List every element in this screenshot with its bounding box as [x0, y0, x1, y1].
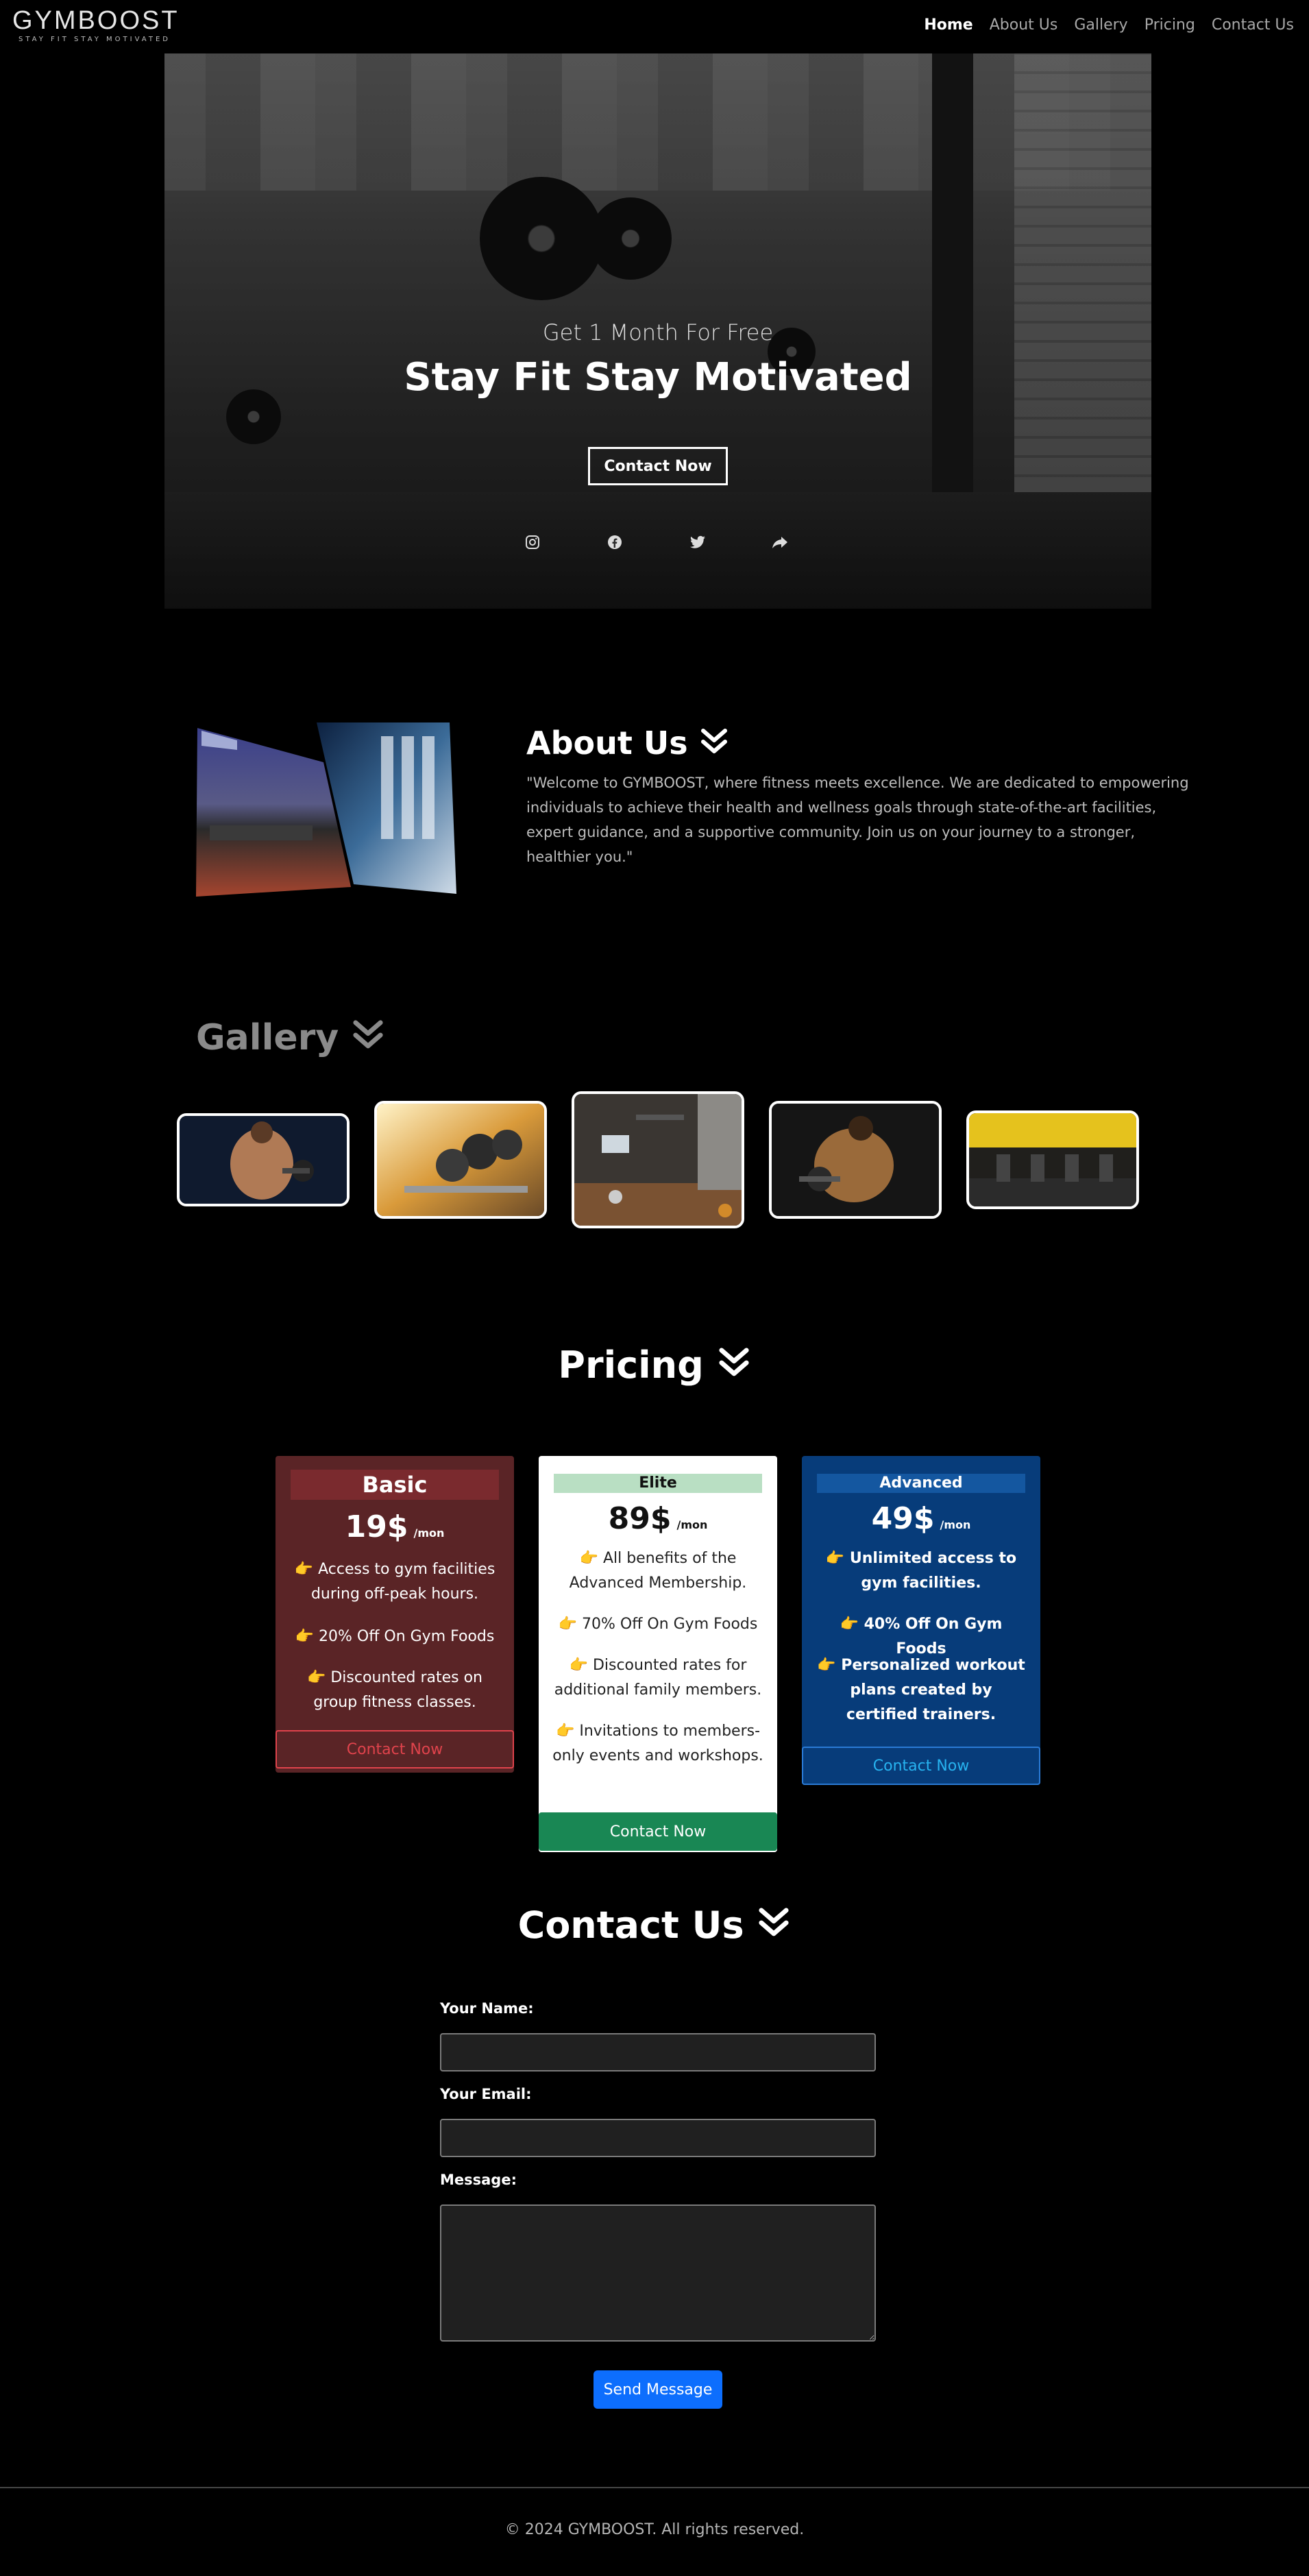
- plan-price: 89$ /mon: [539, 1501, 777, 1536]
- nav-link-home[interactable]: Home: [924, 15, 972, 36]
- plan-price-period: /mon: [940, 1518, 971, 1531]
- email-input[interactable]: [440, 2119, 876, 2157]
- brand-tagline: STAY FIT STAY MOTIVATED: [19, 36, 171, 43]
- gallery-title: Gallery: [196, 1016, 385, 1062]
- name-label: Your Name:: [440, 2000, 534, 2017]
- plan-name: Advanced: [817, 1474, 1025, 1493]
- plan-price: 49$ /mon: [802, 1501, 1040, 1536]
- name-input[interactable]: [440, 2033, 876, 2071]
- plan-price-period: /mon: [413, 1527, 445, 1540]
- plan-feature: 👉 Discounted rates for additional family…: [554, 1657, 762, 1699]
- send-message-button[interactable]: Send Message: [594, 2370, 722, 2409]
- hero-contact-button[interactable]: Contact Now: [588, 447, 728, 485]
- message-label: Message:: [440, 2172, 517, 2188]
- nav-link-pricing[interactable]: Pricing: [1145, 15, 1195, 36]
- facebook-icon[interactable]: [607, 533, 623, 557]
- gallery-image-dumbbells[interactable]: [374, 1101, 547, 1219]
- nav-link-contact[interactable]: Contact Us: [1212, 15, 1294, 36]
- hero-social-icons: [164, 533, 1151, 557]
- hero-banner: Get 1 Month For Free Stay Fit Stay Motiv…: [164, 53, 1151, 609]
- plan-feature: 👉 Access to gym facilities during off-pe…: [294, 1561, 496, 1603]
- pricing-title: Pricing: [0, 1344, 1309, 1389]
- plan-price-value: 89$: [608, 1501, 672, 1536]
- brand-logo[interactable]: GYMBOOST STAY FIT STAY MOTIVATED: [12, 5, 180, 44]
- nav-links: Home About Us Gallery Pricing Contact Us: [924, 15, 1294, 36]
- plan-price-period: /mon: [676, 1518, 708, 1531]
- plan-feature: 👉 Unlimited access to gym facilities.: [825, 1550, 1017, 1592]
- about-title: About Us: [526, 724, 729, 765]
- double-chevron-down-icon: [351, 1018, 385, 1062]
- basic-contact-button[interactable]: Contact Now: [276, 1730, 514, 1769]
- hero-kicker: Get 1 Month For Free: [542, 319, 774, 345]
- about-gym-image: [196, 722, 458, 901]
- message-textarea[interactable]: [440, 2204, 876, 2342]
- navbar: GYMBOOST STAY FIT STAY MOTIVATED Home Ab…: [0, 0, 1309, 53]
- about-description: "Welcome to GYMBOOST, where fitness meet…: [526, 775, 1189, 865]
- advanced-contact-button[interactable]: Contact Now: [802, 1747, 1040, 1785]
- plan-name: Elite: [554, 1474, 762, 1493]
- plan-feature: 👉 Discounted rates on group fitness clas…: [306, 1669, 482, 1711]
- about-title-text: About Us: [526, 725, 688, 762]
- footer-copyright: © 2024 GYMBOOST. All rights reserved.: [504, 2521, 805, 2538]
- gallery-image-bodybuilder[interactable]: [177, 1113, 350, 1206]
- pricing-card-basic: Basic 19$ /mon 👉 Access to gym facilities…: [276, 1456, 514, 1773]
- brand-name: GYMBOOST: [12, 6, 180, 35]
- share-icon[interactable]: [771, 533, 789, 557]
- plan-feature: 👉 20% Off On Gym Foods: [295, 1628, 495, 1645]
- nav-link-gallery[interactable]: Gallery: [1074, 15, 1127, 36]
- plan-name: Basic: [291, 1470, 499, 1500]
- gallery-title-text: Gallery: [196, 1017, 339, 1058]
- twitter-icon[interactable]: [689, 533, 707, 557]
- plan-feature: 👉 Personalized workout plans created by …: [817, 1657, 1025, 1723]
- plan-feature: 👉 Invitations to members-only events and…: [552, 1723, 763, 1764]
- footer-divider: [0, 2487, 1309, 2488]
- contact-title: Contact Us: [0, 1903, 1309, 1950]
- plan-price-value: 49$: [871, 1501, 935, 1536]
- gallery-image-gym-room[interactable]: [572, 1091, 744, 1228]
- plan-feature: 👉 All benefits of the Advanced Membershi…: [569, 1550, 747, 1592]
- plan-feature: 👉 70% Off On Gym Foods: [558, 1616, 758, 1633]
- pricing-card-advanced: Advanced 49$ /mon 👉 Unlimited access to g…: [802, 1456, 1040, 1785]
- pricing-title-text: Pricing: [558, 1344, 704, 1387]
- contact-title-text: Contact Us: [517, 1904, 744, 1947]
- email-label: Your Email:: [440, 2086, 532, 2102]
- nav-link-about[interactable]: About Us: [990, 15, 1058, 36]
- double-chevron-down-icon: [717, 1346, 751, 1389]
- gallery-image-dumbbell-curl[interactable]: [769, 1101, 942, 1219]
- hero-headline: Stay Fit Stay Motivated: [404, 355, 912, 400]
- instagram-icon[interactable]: [524, 533, 541, 557]
- plan-price-value: 19$: [345, 1509, 408, 1544]
- double-chevron-down-icon: [757, 1905, 791, 1950]
- elite-contact-button[interactable]: Contact Now: [539, 1812, 777, 1851]
- pricing-card-elite: Elite 89$ /mon 👉 All benefits of the Adva…: [539, 1456, 777, 1852]
- plan-price: 19$ /mon: [276, 1509, 514, 1544]
- double-chevron-down-icon: [699, 727, 729, 765]
- gallery-image-cardio-area[interactable]: [966, 1110, 1139, 1209]
